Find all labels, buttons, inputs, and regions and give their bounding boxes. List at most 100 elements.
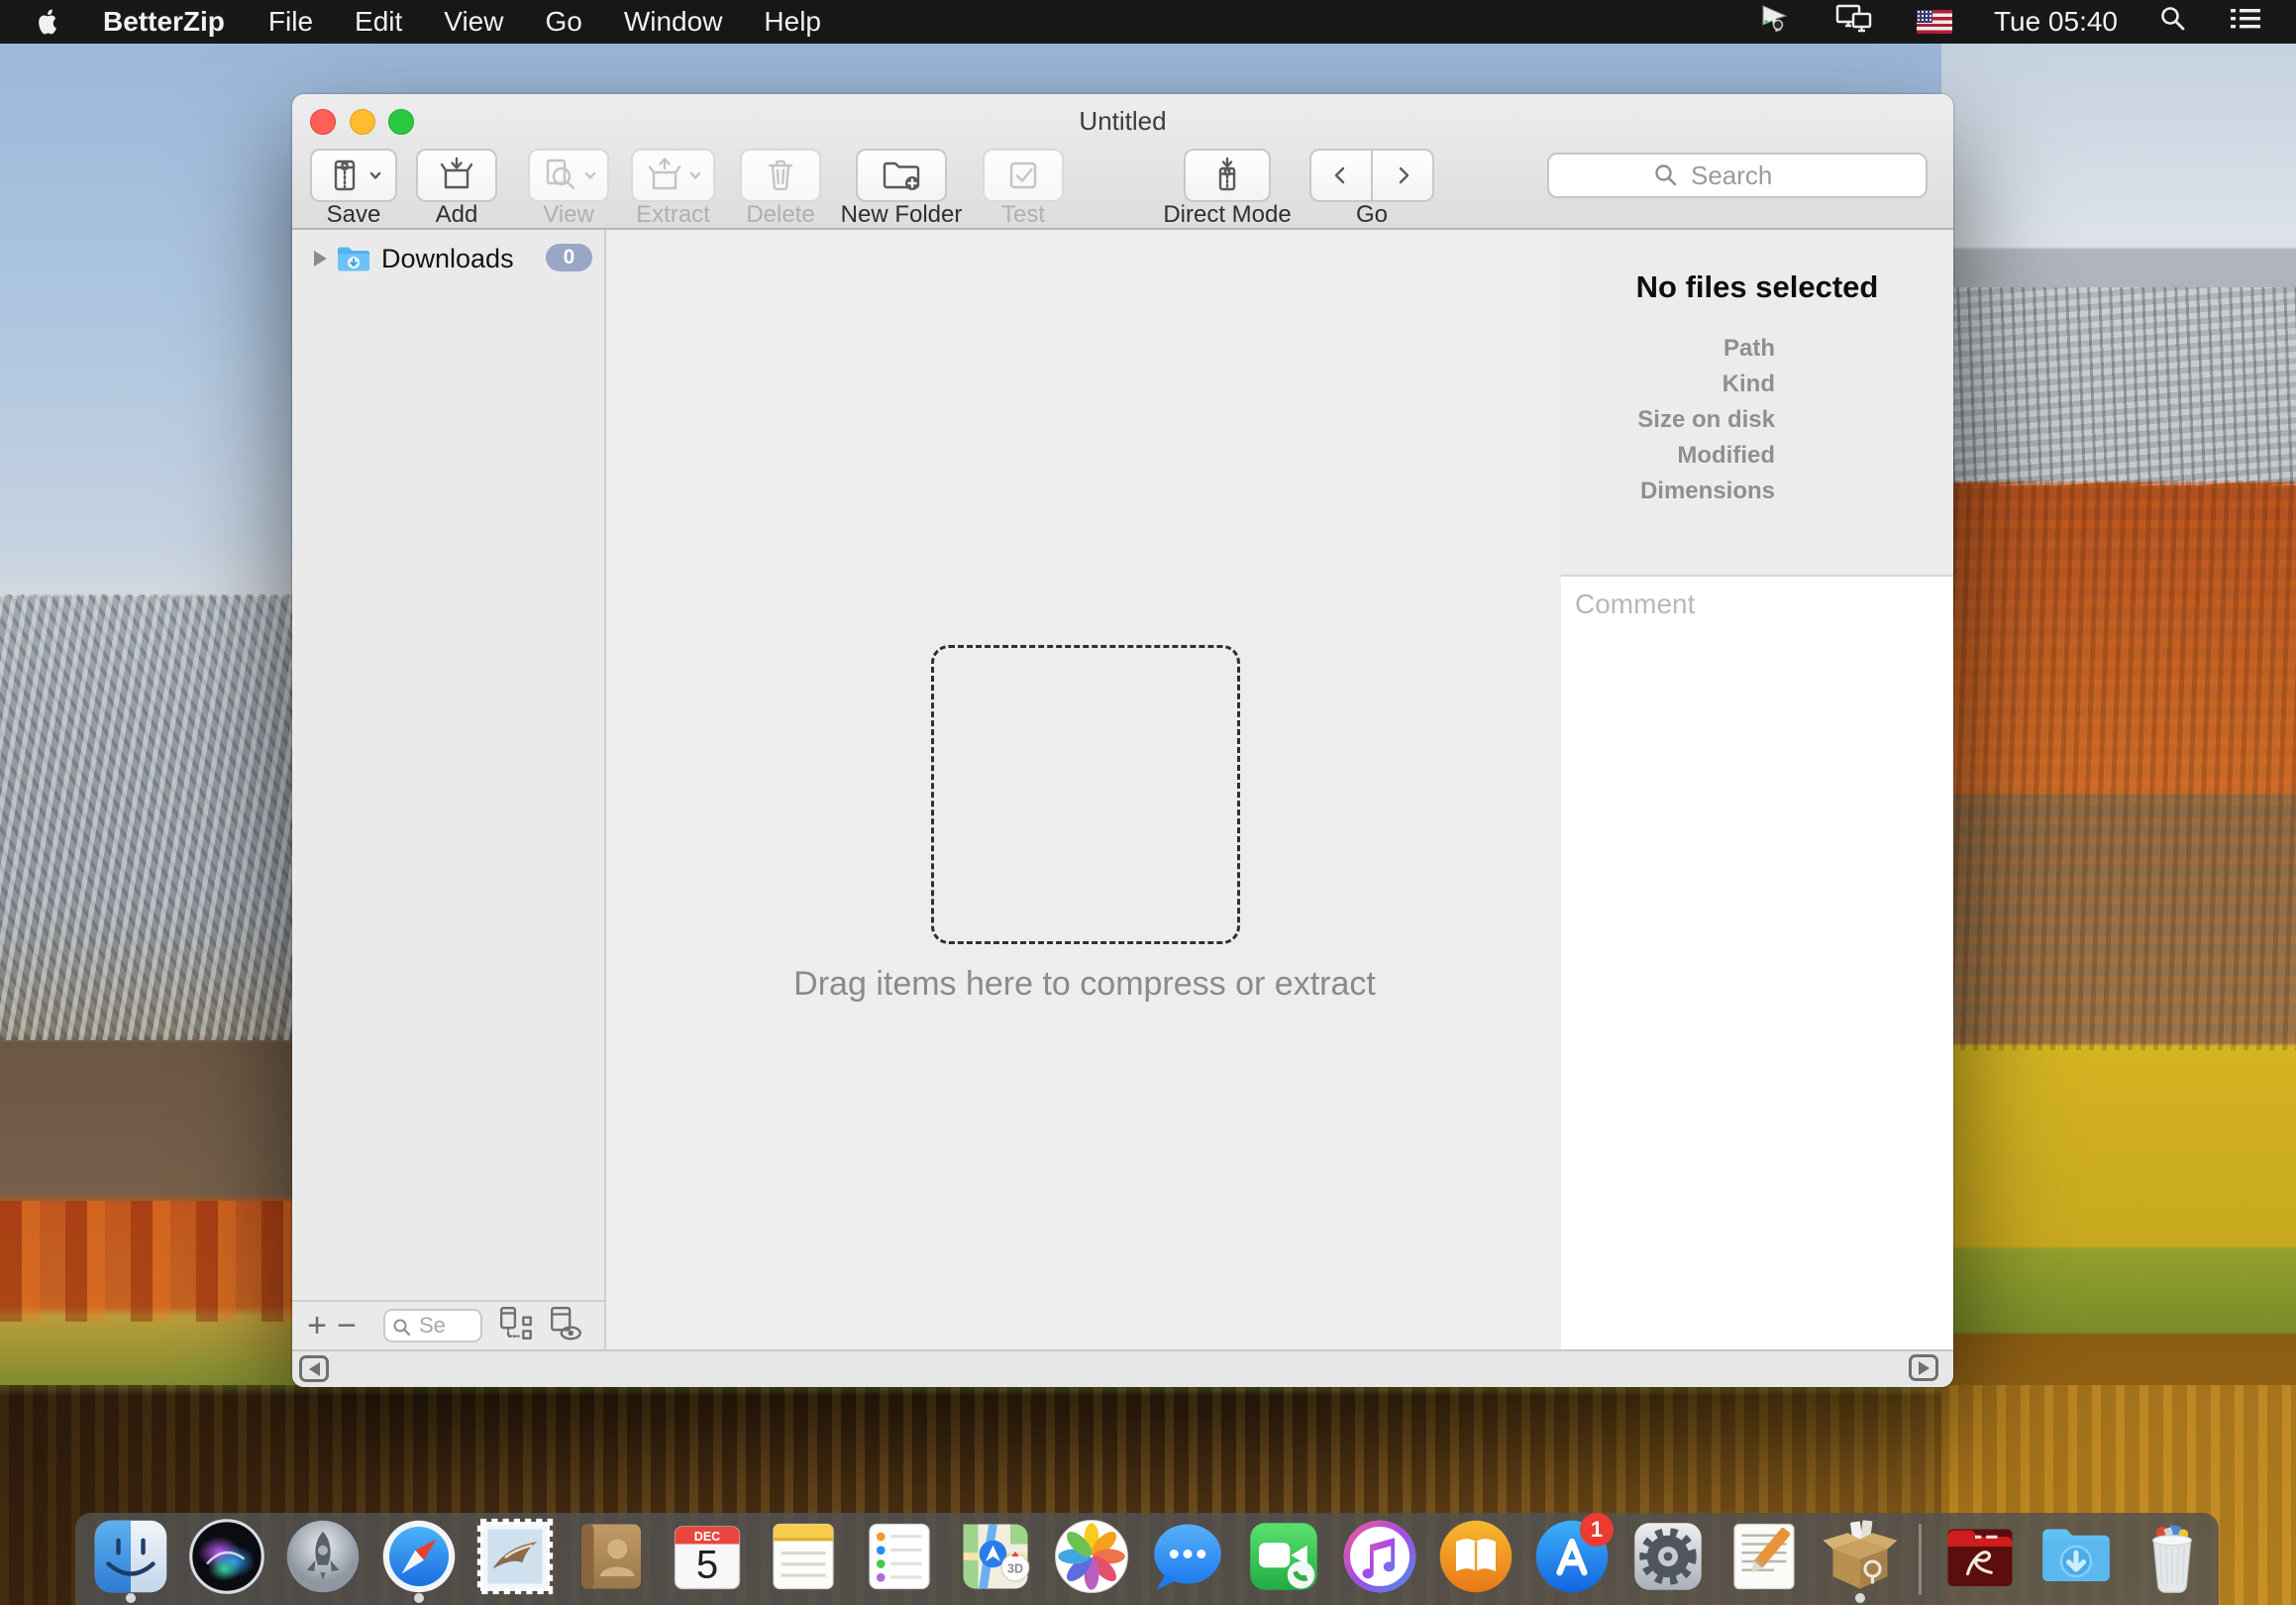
dock-siri-icon[interactable]: [183, 1513, 270, 1605]
menu-clock[interactable]: Tue 05:40: [1994, 6, 2118, 38]
dock-adobe-acrobat-icon[interactable]: [1936, 1513, 2024, 1605]
dock-launchpad-icon[interactable]: [279, 1513, 366, 1605]
sidebar-item-label: Downloads: [381, 244, 514, 274]
running-indicator: [126, 1593, 136, 1603]
comment-input[interactable]: [1561, 577, 1953, 1349]
save-label: Save: [310, 201, 397, 229]
collapse-inspector-button[interactable]: [1909, 1354, 1938, 1381]
new-folder-button[interactable]: [856, 149, 947, 202]
dock-trash-icon[interactable]: [2129, 1513, 2216, 1605]
maps-3d-dial: 3D: [1007, 1561, 1023, 1575]
app-store-badge: 1: [1580, 1513, 1614, 1547]
dock-mail-icon[interactable]: [471, 1513, 559, 1605]
wallpaper-autumn-trees-left: [0, 1201, 297, 1322]
add-button[interactable]: [416, 149, 497, 202]
delete-label: Delete: [740, 201, 821, 229]
search-icon: [1653, 162, 1679, 188]
field-modified: Modified: [1561, 438, 1775, 474]
field-path: Path: [1561, 331, 1775, 367]
field-size-on-disk: Size on disk: [1561, 402, 1775, 438]
field-kind: Kind: [1561, 367, 1775, 402]
view-button[interactable]: [528, 149, 609, 202]
menu-file[interactable]: File: [268, 6, 313, 38]
dock-system-preferences-icon[interactable]: [1624, 1513, 1712, 1605]
dock-notes-icon[interactable]: [760, 1513, 847, 1605]
menu-app-name[interactable]: BetterZip: [103, 6, 225, 38]
menu-go[interactable]: Go: [545, 6, 581, 38]
downloads-folder-icon: [336, 245, 371, 273]
go-back-button[interactable]: [1311, 151, 1371, 200]
bottom-scroll-strip: [292, 1349, 1953, 1387]
add-archive-button[interactable]: +: [302, 1311, 332, 1340]
dock-textedit-icon[interactable]: [1721, 1513, 1808, 1605]
window-title: Untitled: [292, 106, 1953, 137]
add-label: Add: [416, 201, 497, 229]
save-button[interactable]: [310, 149, 397, 202]
dock-messages-icon[interactable]: [1144, 1513, 1231, 1605]
extract-button[interactable]: [631, 149, 715, 202]
menu-view[interactable]: View: [444, 6, 503, 38]
go-control: [1309, 149, 1434, 202]
sidebar-item-downloads[interactable]: Downloads 0: [292, 238, 604, 279]
dock-betterzip-icon[interactable]: [1817, 1513, 1904, 1605]
menu-help[interactable]: Help: [764, 6, 821, 38]
dock-itunes-icon[interactable]: [1336, 1513, 1423, 1605]
search-icon: [392, 1318, 412, 1338]
dock-ibooks-icon[interactable]: [1432, 1513, 1519, 1605]
dock-photos-icon[interactable]: [1048, 1513, 1135, 1605]
test-label: Test: [983, 201, 1064, 229]
betterzip-window: Untitled Save: [292, 94, 1953, 1387]
disclosure-triangle-icon[interactable]: [314, 251, 327, 267]
input-source-us-flag-icon[interactable]: [1917, 10, 1952, 34]
dock-reminders-icon[interactable]: [856, 1513, 943, 1605]
dock: DEC 5: [75, 1513, 2219, 1605]
chevron-down-icon: [688, 169, 702, 181]
dock-maps-icon[interactable]: 3D: [952, 1513, 1039, 1605]
chevron-down-icon: [583, 169, 597, 181]
wallpaper-foliage-right: [1941, 481, 2296, 1050]
calendar-day: 5: [696, 1543, 718, 1586]
sidebar-filter-input[interactable]: [417, 1312, 474, 1339]
running-indicator: [414, 1593, 424, 1603]
delete-button[interactable]: [740, 149, 821, 202]
running-indicator: [1855, 1593, 1865, 1603]
go-forward-button[interactable]: [1371, 151, 1432, 200]
dock-finder-icon[interactable]: [87, 1513, 174, 1605]
apple-menu-icon[interactable]: [34, 7, 63, 37]
sidebar-filter-field[interactable]: [383, 1309, 482, 1342]
search-field[interactable]: [1547, 153, 1928, 198]
remove-archive-button[interactable]: −: [332, 1311, 362, 1340]
menu-edit[interactable]: Edit: [355, 6, 402, 38]
field-dimensions: Dimensions: [1561, 474, 1775, 509]
close-button[interactable]: [310, 109, 336, 135]
collapse-sidebar-button[interactable]: [299, 1355, 329, 1382]
displays-icon[interactable]: [1835, 3, 1875, 42]
go-label: Go: [1309, 201, 1434, 229]
inspector-heading: No files selected: [1561, 269, 1953, 305]
dock-safari-icon[interactable]: [375, 1513, 463, 1605]
calendar-month: DEC: [694, 1530, 720, 1544]
dock-divider: [1919, 1524, 1922, 1595]
dock-facetime-icon[interactable]: [1240, 1513, 1327, 1605]
desktop: BetterZip File Edit View Go Window Help: [0, 0, 2296, 1605]
search-input[interactable]: [1689, 160, 1822, 192]
window-header: Untitled Save: [292, 94, 1953, 230]
dock-downloads-folder-icon[interactable]: [2033, 1513, 2120, 1605]
screen-sharing-icon[interactable]: [1760, 3, 1794, 42]
menu-bar: BetterZip File Edit View Go Window Help: [0, 0, 2296, 44]
dock-app-store-icon[interactable]: 1: [1528, 1513, 1616, 1605]
drop-target[interactable]: [931, 645, 1240, 944]
minimize-button[interactable]: [350, 109, 375, 135]
test-button[interactable]: [983, 149, 1064, 202]
zoom-button[interactable]: [388, 109, 414, 135]
preview-archive-icon[interactable]: [548, 1306, 585, 1346]
dock-contacts-icon[interactable]: [568, 1513, 655, 1605]
dock-calendar-icon[interactable]: DEC 5: [664, 1513, 751, 1605]
menu-window[interactable]: Window: [624, 6, 723, 38]
spotlight-icon[interactable]: [2159, 5, 2187, 40]
new-folder-label: New Folder: [832, 201, 971, 229]
inspector-panel: No files selected Path Kind Size on disk…: [1561, 230, 1953, 1349]
split-archive-icon[interactable]: [498, 1306, 536, 1346]
notification-center-icon[interactable]: [2229, 5, 2262, 40]
direct-mode-button[interactable]: [1184, 149, 1271, 202]
